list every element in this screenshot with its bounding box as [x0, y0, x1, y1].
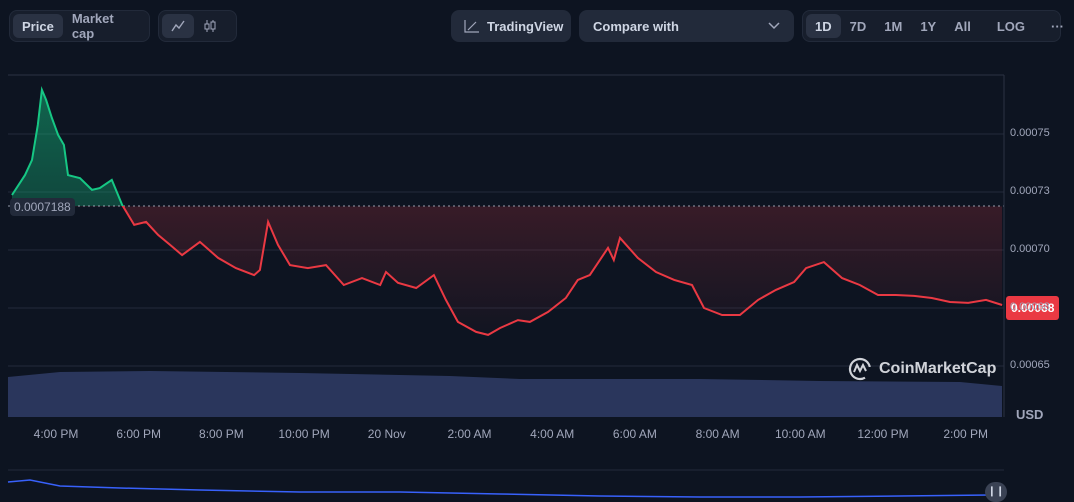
candlestick-icon[interactable]: [194, 14, 226, 38]
chart-type-toggle: [158, 10, 237, 42]
x-tick-label: 2:00 PM: [943, 427, 989, 441]
tab-market-cap[interactable]: Market cap: [63, 11, 146, 41]
y-tick-label: 0.00068: [1010, 301, 1050, 313]
navigator-handle[interactable]: ❙❙: [985, 482, 1007, 502]
x-tick-label: 8:00 AM: [695, 427, 740, 441]
range-1m[interactable]: 1M: [875, 14, 911, 38]
range-7d[interactable]: 7D: [841, 14, 876, 38]
x-tick-label: 20 Nov: [367, 427, 406, 441]
chevron-down-icon: [768, 22, 780, 30]
price-line-down: [121, 206, 1003, 336]
y-tick-label: 0.00073: [1010, 185, 1050, 197]
coinmarketcap-logo-icon: [848, 357, 872, 381]
line-chart-icon[interactable]: [162, 14, 194, 38]
log-scale-button[interactable]: LOG: [988, 14, 1034, 38]
range-1d[interactable]: 1D: [806, 14, 841, 38]
currency-label: USD: [1016, 407, 1044, 422]
y-tick-label: 0.00075: [1010, 127, 1050, 139]
price-type-toggle: Price Market cap: [9, 10, 150, 42]
range-all[interactable]: All: [945, 14, 980, 38]
coinmarketcap-watermark: CoinMarketCap: [848, 357, 996, 381]
price-chart[interactable]: [0, 0, 1074, 501]
tab-price[interactable]: Price: [13, 14, 63, 38]
x-tick-label: 12:00 PM: [857, 427, 909, 441]
range-selector: 1D 7D 1M 1Y All LOG ···: [802, 10, 1064, 42]
price-area-up: [12, 89, 123, 206]
x-tick-label: 8:00 PM: [199, 427, 244, 441]
compare-with-label: Compare with: [593, 18, 679, 34]
x-tick-label: 2:00 AM: [447, 427, 492, 441]
x-tick-label: 4:00 AM: [530, 427, 575, 441]
compare-with-dropdown[interactable]: Compare with: [579, 10, 794, 42]
baseline-price-label: 0.0007188: [10, 198, 75, 216]
tradingview-label: TradingView: [487, 18, 564, 34]
tradingview-button[interactable]: TradingView: [451, 10, 571, 42]
more-options-button[interactable]: ···: [1042, 14, 1073, 38]
x-tick-label: 6:00 PM: [116, 427, 162, 441]
navigator-line: [7, 479, 991, 498]
x-tick-label: 6:00 AM: [612, 427, 657, 441]
price-line-up: [11, 86, 124, 206]
y-tick-label: 0.00070: [1010, 243, 1050, 255]
range-1y[interactable]: 1Y: [911, 14, 945, 38]
x-tick-label: 10:00 AM: [774, 427, 826, 441]
x-tick-label: 10:00 PM: [278, 427, 330, 441]
tradingview-icon: [464, 20, 479, 33]
y-tick-label: 0.00065: [1010, 359, 1050, 371]
x-tick-label: 4:00 PM: [33, 427, 79, 441]
price-area-down: [12, 206, 1003, 335]
